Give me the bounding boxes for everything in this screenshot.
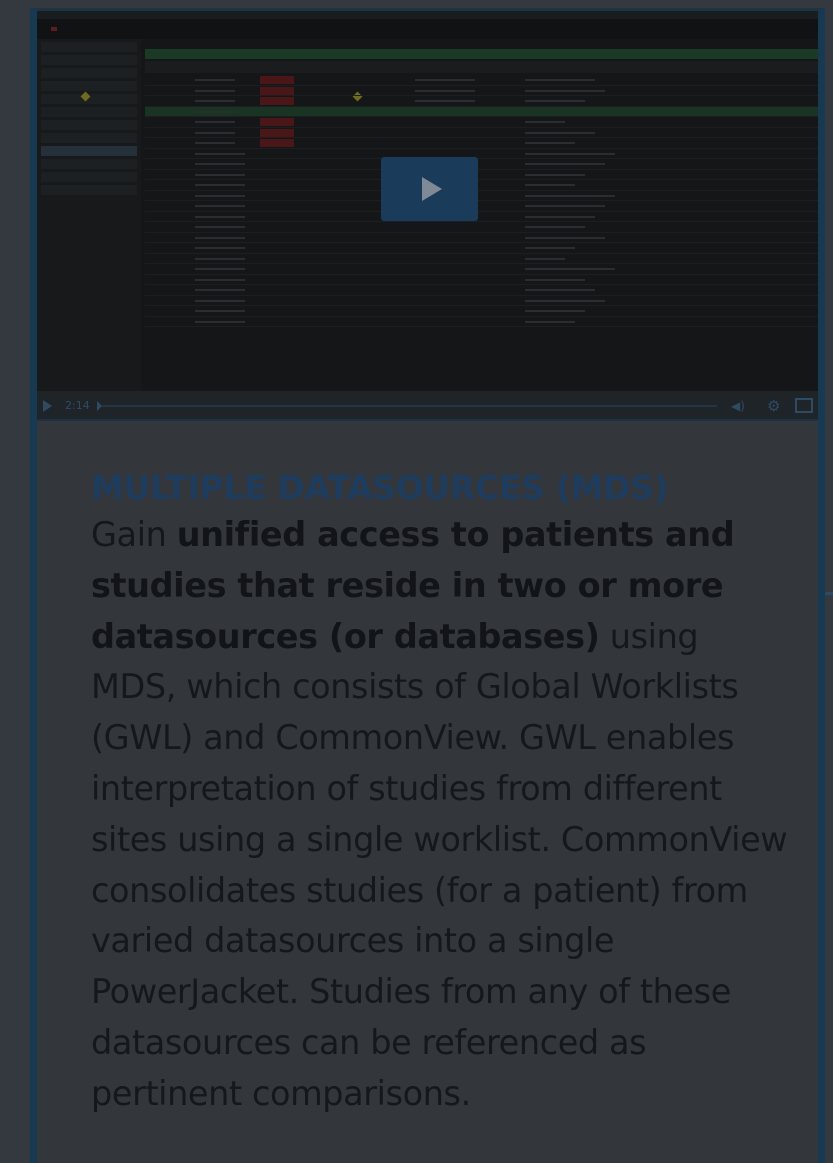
video-controls: 2:14 ◀) ⚙ [37, 391, 818, 421]
progress-bar[interactable] [101, 405, 717, 407]
section-body: Gain unified access to patients and stud… [91, 510, 791, 1120]
video-play-button[interactable] [381, 157, 478, 221]
app-titlebar [37, 19, 818, 39]
video-frame [37, 19, 818, 391]
grid-title-bar [145, 49, 818, 59]
fullscreen-icon[interactable] [795, 398, 813, 413]
play-icon [422, 177, 442, 201]
app-sidebar [37, 39, 141, 391]
worklist-rows [145, 75, 818, 327]
play-icon[interactable] [43, 400, 52, 412]
feature-card: 2:14 ◀) ⚙ MULTIPLE DATASOURCES (MDS) Gai… [30, 8, 825, 1163]
gear-icon[interactable]: ⚙ [767, 397, 780, 415]
elapsed-time: 2:14 [65, 399, 90, 412]
video-player[interactable]: 2:14 ◀) ⚙ [37, 11, 818, 421]
body-intro: Gain [91, 515, 177, 554]
body-rest: using MDS, which consists of Global Work… [91, 616, 788, 1113]
section-heading: MULTIPLE DATASOURCES (MDS) [91, 468, 669, 507]
volume-icon[interactable]: ◀) [731, 399, 745, 413]
divider [37, 419, 818, 421]
feature-description: MULTIPLE DATASOURCES (MDS) Gain unified … [91, 466, 791, 1120]
grid-column-header [145, 61, 818, 73]
